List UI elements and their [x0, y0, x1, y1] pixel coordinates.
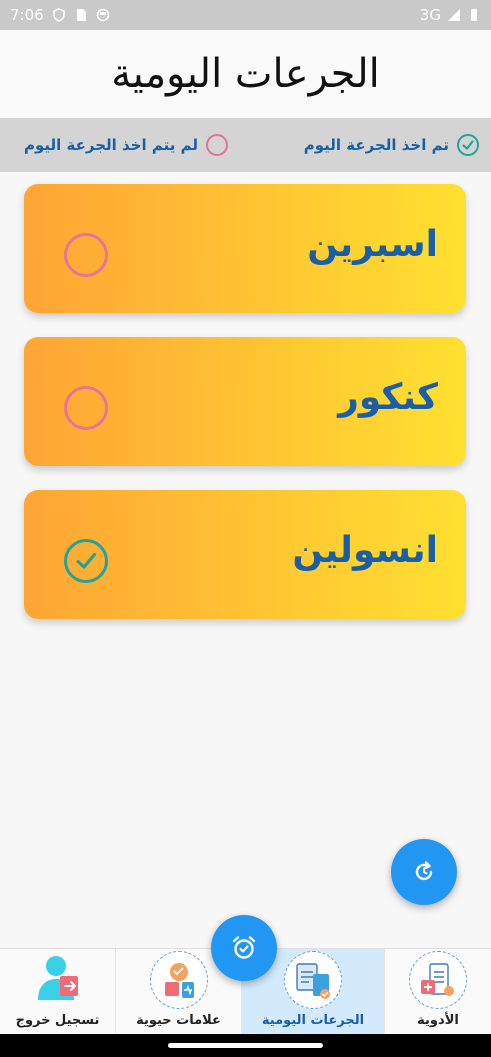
dose-card-insulin[interactable]: انسولين — [24, 490, 466, 619]
alarm-check-icon — [232, 936, 256, 959]
page-title: الجرعات اليومية — [111, 51, 380, 97]
not-taken-circle-icon[interactable] — [64, 233, 108, 277]
status-bar: 7:06 3G — [0, 0, 491, 30]
nav-label: الأدوية — [417, 1013, 459, 1028]
nav-label: الجرعات اليومية — [261, 1013, 365, 1028]
legend-taken-label: تم اخذ الجرعة اليوم — [303, 136, 449, 154]
legend-bar: تم اخذ الجرعة اليوم لم يتم اخذ الجرعة ال… — [0, 118, 491, 172]
dose-name: انسولين — [292, 530, 438, 571]
network-type: 3G — [419, 6, 441, 24]
dose-card-aspirin[interactable]: اسبرين — [24, 184, 466, 313]
refresh-button[interactable] — [391, 839, 457, 905]
nav-label: تسجيل خروج — [15, 1013, 100, 1028]
check-circle-icon — [457, 134, 479, 156]
dose-list: اسبرين كنكور انسولين — [24, 184, 466, 643]
empty-circle-icon — [205, 134, 228, 156]
legend-not-taken: لم يتم اخذ الجرعة اليوم — [24, 134, 228, 156]
header: الجرعات اليومية — [0, 30, 491, 118]
not-taken-circle-icon[interactable] — [64, 386, 108, 430]
battery-icon — [471, 9, 477, 21]
nav-label: علامات حيوية — [136, 1013, 221, 1028]
nav-item-medicines[interactable]: الأدوية — [385, 949, 491, 1035]
dose-name: اسبرين — [307, 224, 438, 265]
refresh-icon — [415, 861, 433, 881]
circle-app-icon — [96, 8, 109, 22]
sim-icon — [76, 9, 86, 21]
legend-taken: تم اخذ الجرعة اليوم — [304, 134, 479, 156]
dose-card-concor[interactable]: كنكور — [24, 337, 466, 466]
shield-icon — [52, 8, 65, 22]
status-time: 7:06 — [10, 6, 44, 24]
home-indicator[interactable] — [168, 1043, 323, 1048]
nav-item-logout[interactable]: تسجيل خروج — [0, 949, 116, 1035]
vital-signs-icon — [149, 951, 208, 1009]
daily-doses-icon — [284, 951, 342, 1009]
medicines-icon — [409, 951, 467, 1009]
logout-icon — [29, 951, 87, 1009]
legend-not-taken-label: لم يتم اخذ الجرعة اليوم — [24, 136, 198, 154]
signal-icon — [448, 9, 460, 21]
check-circle-icon[interactable] — [64, 539, 108, 583]
dose-name: كنكور — [338, 377, 438, 418]
add-alarm-button[interactable] — [211, 915, 277, 981]
